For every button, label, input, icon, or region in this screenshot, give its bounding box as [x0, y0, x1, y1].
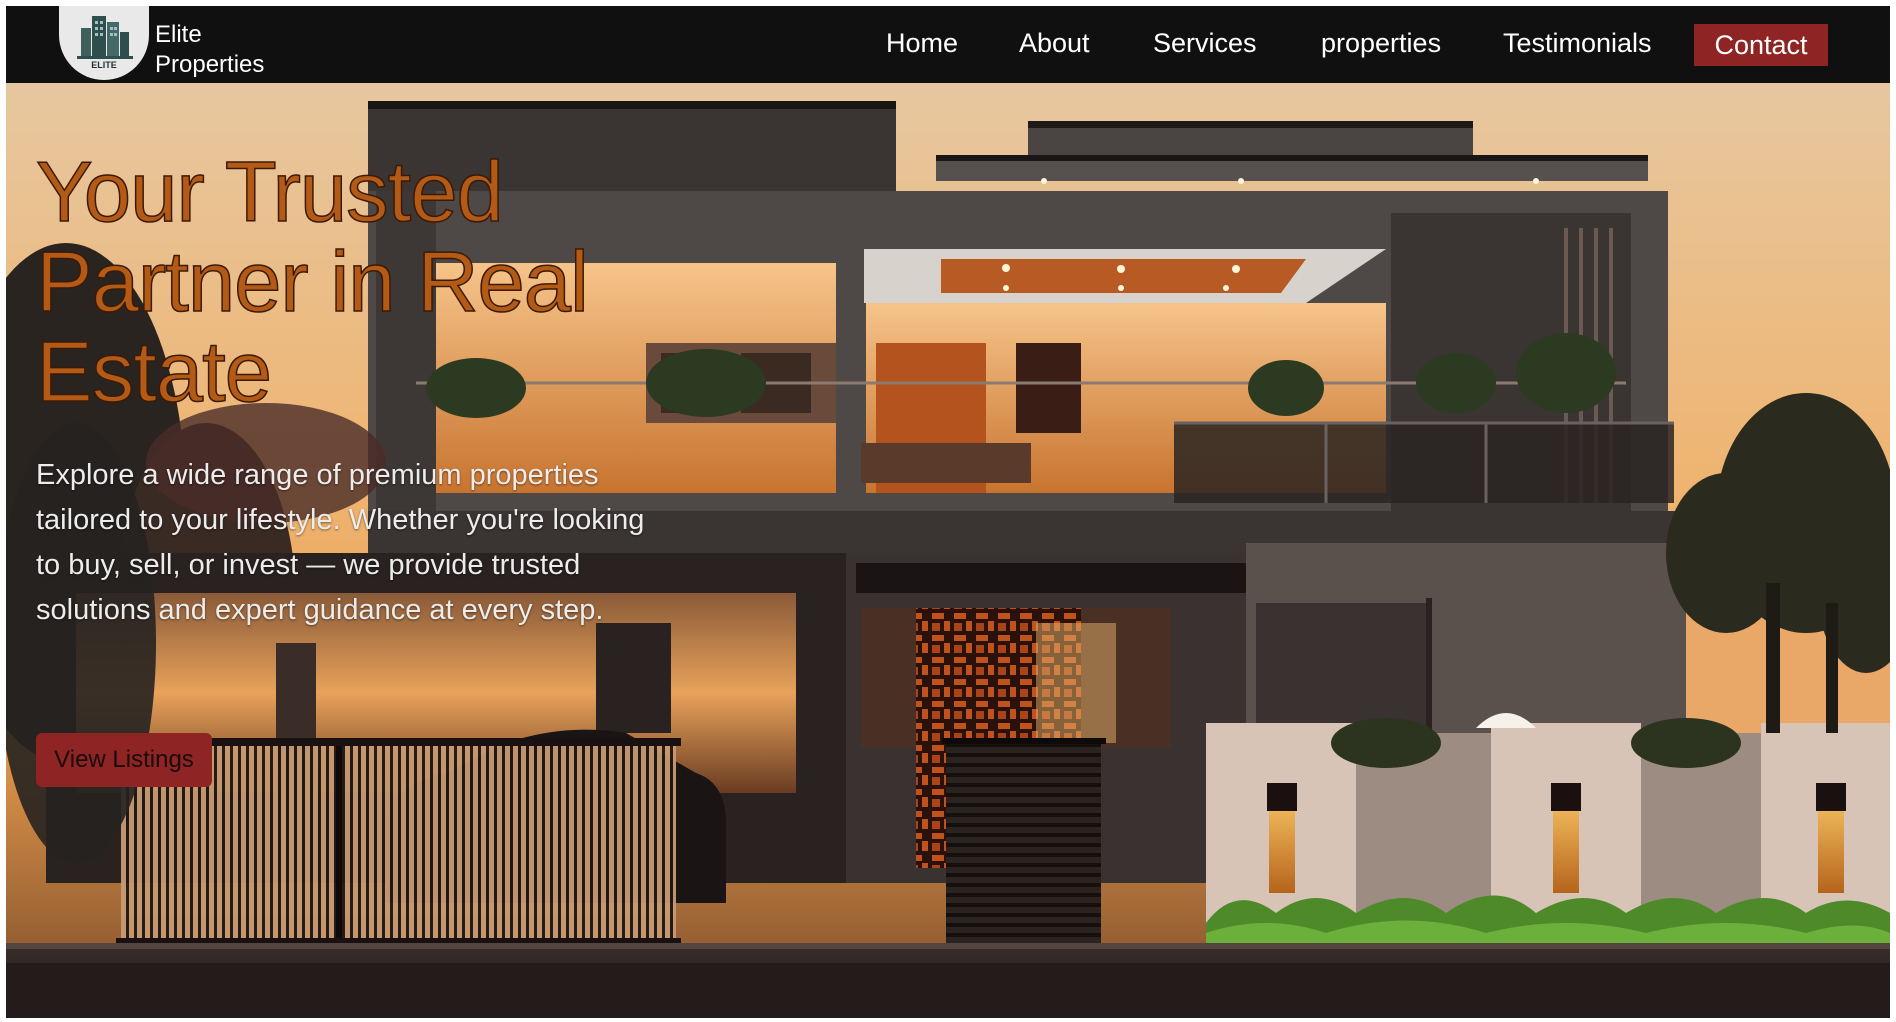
hero-title-line3: Estate — [35, 325, 272, 420]
hero-title-line2: Partner in Real — [35, 235, 589, 330]
hero-description: Explore a wide range of premium properti… — [36, 459, 645, 626]
brand-name-line2: Properties — [155, 51, 265, 78]
nav-properties[interactable]: properties — [1321, 26, 1441, 60]
building-logo-icon: ELITE — [77, 16, 133, 70]
nav-contact-button[interactable]: Contact — [1694, 24, 1828, 66]
view-listings-button[interactable]: View Listings — [36, 733, 212, 787]
brand-name[interactable]: Elite Properties — [155, 20, 264, 80]
logo[interactable]: ELITE — [59, 6, 149, 80]
nav-testimonials[interactable]: Testimonials — [1503, 26, 1652, 60]
brand-name-line1: Elite — [155, 21, 202, 48]
hero-title-line1: Your Trusted — [35, 145, 504, 240]
nav-services[interactable]: Services — [1153, 26, 1257, 60]
logo-text: ELITE — [91, 60, 117, 70]
navbar: ELITE Elite Properties Home About Servic… — [6, 6, 1890, 83]
page-frame: ELITE Elite Properties Home About Servic… — [6, 6, 1890, 1018]
hero-title: Your Trusted Partner in Real Estate — [35, 145, 716, 420]
nav-about[interactable]: About — [1019, 26, 1090, 60]
hero-section: Your Trusted Partner in Real Estate Expl… — [6, 83, 1890, 1018]
nav-home[interactable]: Home — [886, 26, 958, 60]
